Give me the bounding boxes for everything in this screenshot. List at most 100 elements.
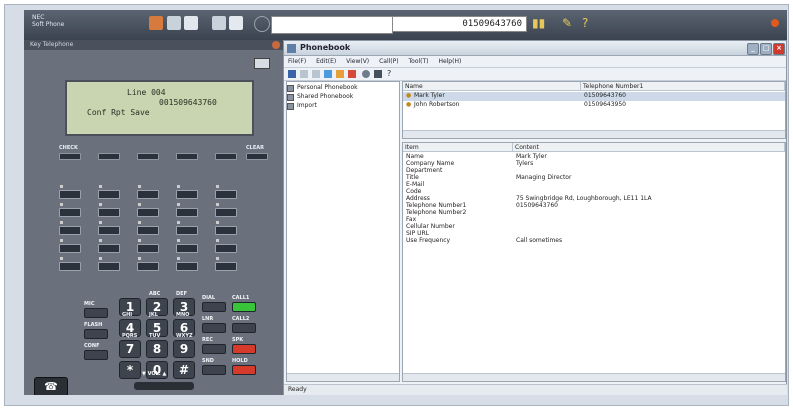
spk-button[interactable] bbox=[232, 344, 256, 354]
dss-key[interactable] bbox=[59, 190, 81, 199]
dss-key[interactable] bbox=[137, 262, 159, 271]
copy-icon[interactable] bbox=[300, 70, 308, 78]
snd-button[interactable] bbox=[202, 365, 226, 375]
view-icon[interactable] bbox=[288, 70, 296, 78]
dss-led-icon bbox=[60, 185, 63, 188]
column-header-tel[interactable]: Telephone Number1 bbox=[581, 82, 785, 91]
close-icon[interactable] bbox=[272, 41, 280, 49]
dss-key[interactable] bbox=[215, 208, 237, 217]
dial-button[interactable] bbox=[202, 302, 226, 312]
dss-key[interactable] bbox=[59, 262, 81, 271]
dss-key[interactable] bbox=[137, 190, 159, 199]
panel-title: Key Telephone bbox=[24, 40, 283, 50]
tree-scrollbar[interactable] bbox=[287, 373, 399, 381]
key-star[interactable]: * bbox=[119, 361, 141, 379]
volume-rocker[interactable] bbox=[134, 382, 194, 390]
lcd-toggle-button[interactable] bbox=[254, 58, 270, 69]
dss-key[interactable] bbox=[59, 208, 81, 217]
list-scrollbar[interactable] bbox=[403, 130, 785, 138]
rec-button[interactable] bbox=[202, 344, 226, 354]
dss-key[interactable] bbox=[176, 262, 198, 271]
dial-number-input[interactable]: 01509643760 bbox=[392, 16, 527, 32]
dss-key[interactable] bbox=[176, 208, 198, 217]
lnr-button[interactable] bbox=[202, 323, 226, 333]
table-row[interactable]: John Robertson bbox=[414, 101, 459, 108]
softkey-4[interactable] bbox=[176, 153, 198, 160]
detail-scrollbar[interactable] bbox=[403, 373, 785, 381]
softkey-6[interactable] bbox=[246, 153, 268, 160]
close-button[interactable]: × bbox=[773, 43, 785, 55]
phone-icon[interactable] bbox=[374, 70, 382, 78]
column-header-name[interactable]: Name bbox=[403, 82, 581, 91]
tree-item-import[interactable]: Import bbox=[297, 102, 317, 109]
softkey-5[interactable] bbox=[215, 153, 237, 160]
dss-key[interactable] bbox=[59, 244, 81, 253]
add-contact-icon[interactable] bbox=[324, 70, 332, 78]
mail-icon[interactable] bbox=[167, 16, 181, 30]
dss-key[interactable] bbox=[137, 244, 159, 253]
conf-button[interactable] bbox=[84, 350, 108, 360]
softkey-2[interactable] bbox=[98, 153, 120, 160]
tree-item-shared[interactable]: Shared Phonebook bbox=[297, 93, 353, 100]
help-icon[interactable]: ? bbox=[582, 16, 588, 30]
key-8[interactable]: 8 bbox=[146, 340, 168, 358]
softkey-3[interactable] bbox=[137, 153, 159, 160]
key-9[interactable]: 9 bbox=[173, 340, 195, 358]
dss-key[interactable] bbox=[176, 244, 198, 253]
menu-edit[interactable]: Edit(E) bbox=[316, 58, 336, 65]
softkey-1[interactable] bbox=[59, 153, 81, 160]
dss-key[interactable] bbox=[98, 262, 120, 271]
dss-key[interactable] bbox=[215, 244, 237, 253]
detail-item-label: Address bbox=[406, 195, 430, 202]
close-icon[interactable] bbox=[771, 19, 779, 27]
dss-key[interactable] bbox=[98, 190, 120, 199]
column-header-content[interactable]: Content bbox=[513, 143, 785, 152]
dss-key[interactable] bbox=[98, 208, 120, 217]
call2-button[interactable] bbox=[232, 323, 256, 333]
menu-help[interactable]: Help(H) bbox=[438, 58, 461, 65]
paste-icon[interactable] bbox=[312, 70, 320, 78]
help-icon[interactable]: ? bbox=[387, 70, 395, 78]
dss-key[interactable] bbox=[215, 190, 237, 199]
wrench-icon[interactable]: ✎ bbox=[562, 16, 572, 30]
key-hash[interactable]: # bbox=[173, 361, 195, 379]
handset-button[interactable]: ☎ bbox=[34, 377, 68, 395]
hold-button[interactable] bbox=[232, 365, 256, 375]
redial-icon[interactable] bbox=[254, 16, 270, 32]
menu-file[interactable]: File(F) bbox=[288, 58, 306, 65]
keyboard-icon[interactable] bbox=[212, 16, 226, 30]
dss-key[interactable] bbox=[215, 262, 237, 271]
phonebook-icon[interactable] bbox=[229, 16, 243, 30]
name-search-input[interactable] bbox=[271, 16, 393, 34]
minimize-button[interactable]: _ bbox=[747, 43, 759, 55]
download-icon[interactable] bbox=[184, 16, 198, 30]
calendar-icon[interactable] bbox=[149, 16, 163, 30]
menu-tool[interactable]: Tool(T) bbox=[409, 58, 429, 65]
dss-key[interactable] bbox=[215, 226, 237, 235]
menu-view[interactable]: View(V) bbox=[346, 58, 369, 65]
dss-key[interactable] bbox=[59, 226, 81, 235]
call-icon[interactable] bbox=[362, 70, 370, 78]
call1-button[interactable] bbox=[232, 302, 256, 312]
menu-call[interactable]: Call(P) bbox=[379, 58, 399, 65]
column-header-item[interactable]: Item bbox=[403, 143, 513, 152]
dss-key[interactable] bbox=[176, 190, 198, 199]
edit-contact-icon[interactable] bbox=[336, 70, 344, 78]
phonebook-icon bbox=[287, 44, 296, 53]
dss-key[interactable] bbox=[137, 208, 159, 217]
tree-item-personal[interactable]: Personal Phonebook bbox=[297, 84, 358, 91]
detail-item-label: Company Name bbox=[406, 160, 455, 167]
dss-key[interactable] bbox=[137, 226, 159, 235]
dss-key[interactable] bbox=[98, 226, 120, 235]
delete-contact-icon[interactable] bbox=[348, 70, 356, 78]
dss-led-icon bbox=[138, 239, 141, 242]
flash-button[interactable] bbox=[84, 329, 108, 339]
maximize-button[interactable]: □ bbox=[760, 43, 772, 55]
table-row[interactable]: Mark Tyler bbox=[414, 92, 445, 99]
mic-button[interactable] bbox=[84, 308, 108, 318]
table-row-tel[interactable]: 01509643760 bbox=[584, 92, 626, 99]
key-7[interactable]: 7 bbox=[119, 340, 141, 358]
dss-key[interactable] bbox=[98, 244, 120, 253]
table-row-tel[interactable]: 01509643950 bbox=[584, 101, 626, 108]
dss-key[interactable] bbox=[176, 226, 198, 235]
